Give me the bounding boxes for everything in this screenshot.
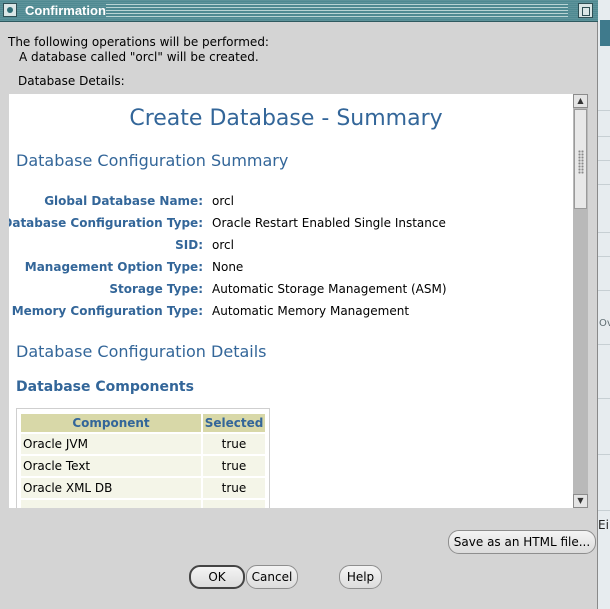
- field-value: Automatic Storage Management (ASM): [212, 282, 447, 296]
- title-bar[interactable]: Confirmation: [0, 0, 598, 22]
- cancel-button[interactable]: Cancel: [246, 565, 298, 589]
- title-bar-stripes: [106, 4, 568, 18]
- field-value: orcl: [212, 194, 234, 208]
- background-separator: [598, 344, 610, 345]
- table-row: Oracle XML DB true: [21, 478, 265, 498]
- database-details-label: Database Details:: [18, 74, 125, 88]
- field-label: Management Option Type:: [24, 260, 203, 274]
- field-row: Storage Type: Automatic Storage Manageme…: [9, 282, 569, 300]
- scrollbar-thumb[interactable]: [574, 109, 587, 209]
- column-header-component: Component: [21, 414, 201, 432]
- field-value: orcl: [212, 238, 234, 252]
- confirmation-dialog: Confirmation The following operations wi…: [0, 0, 598, 609]
- background-separator: [598, 256, 610, 257]
- vertical-scrollbar[interactable]: ▲ ▼: [573, 94, 588, 508]
- field-row: Management Option Type: None: [9, 260, 569, 278]
- intro-text: The following operations will be perform…: [8, 35, 269, 65]
- field-label: Storage Type:: [109, 282, 203, 296]
- selected-cell: [203, 500, 265, 508]
- background-separator: [598, 184, 610, 185]
- help-button[interactable]: Help: [339, 565, 382, 589]
- field-row: SID: orcl: [9, 238, 569, 256]
- background-separator: [598, 510, 610, 511]
- component-cell: [21, 500, 201, 508]
- field-row: Memory Configuration Type: Automatic Mem…: [9, 304, 569, 322]
- field-label: Database Configuration Type:: [9, 216, 203, 230]
- background-text-fragment: Ov: [599, 318, 610, 329]
- field-value: Oracle Restart Enabled Single Instance: [212, 216, 446, 230]
- intro-line-2: A database called "orcl" will be created…: [19, 50, 259, 64]
- background-separator: [598, 290, 610, 291]
- background-separator: [598, 398, 610, 399]
- table-row: [21, 500, 265, 508]
- background-window-strip: [600, 20, 610, 46]
- window-title: Confirmation: [25, 3, 106, 18]
- component-cell: Oracle XML DB: [21, 478, 201, 498]
- selected-cell: true: [203, 434, 265, 454]
- field-label: Memory Configuration Type:: [11, 304, 203, 318]
- field-value: Automatic Memory Management: [212, 304, 410, 318]
- field-label: SID:: [175, 238, 203, 252]
- intro-line-1: The following operations will be perform…: [8, 35, 269, 49]
- ok-button[interactable]: OK: [189, 565, 245, 589]
- column-header-selected: Selected: [203, 414, 265, 432]
- save-as-html-button[interactable]: Save as an HTML file...: [448, 530, 596, 554]
- scroll-down-arrow-icon[interactable]: ▼: [573, 494, 588, 508]
- summary-title: Create Database - Summary: [129, 106, 443, 131]
- field-value: None: [212, 260, 244, 274]
- field-row: Database Configuration Type: Oracle Rest…: [9, 216, 569, 234]
- config-summary-heading: Database Configuration Summary: [16, 151, 289, 170]
- summary-pane[interactable]: Create Database - Summary Database Confi…: [9, 94, 573, 508]
- scrollbar-grip-icon: [578, 150, 584, 174]
- component-cell: Oracle JVM: [21, 434, 201, 454]
- window-menu-icon[interactable]: [3, 3, 17, 17]
- background-separator: [598, 454, 610, 455]
- field-label: Global Database Name:: [44, 194, 203, 208]
- selected-cell: true: [203, 456, 265, 476]
- background-window: Ov Ei: [598, 0, 610, 609]
- field-row: Global Database Name: orcl: [9, 194, 569, 212]
- background-text-fragment: Ei: [598, 518, 609, 532]
- background-separator: [598, 110, 610, 111]
- config-details-heading: Database Configuration Details: [16, 342, 267, 361]
- scroll-up-arrow-icon[interactable]: ▲: [573, 94, 588, 108]
- background-separator: [598, 136, 610, 137]
- selected-cell: true: [203, 478, 265, 498]
- table-row: Oracle JVM true: [21, 434, 265, 454]
- components-table: Component Selected Oracle JVM true Oracl…: [16, 408, 270, 508]
- maximize-icon[interactable]: [578, 3, 593, 18]
- background-separator: [598, 232, 610, 233]
- background-separator: [598, 160, 610, 161]
- table-row: Oracle Text true: [21, 456, 265, 476]
- components-heading: Database Components: [16, 379, 194, 395]
- component-cell: Oracle Text: [21, 456, 201, 476]
